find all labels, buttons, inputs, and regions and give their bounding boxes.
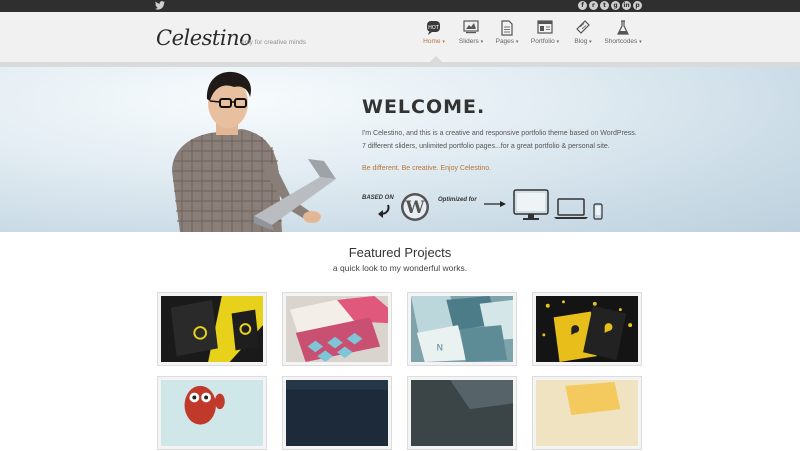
project-image	[536, 296, 638, 362]
nav-label: Blog	[574, 38, 588, 45]
arrow-right-icon	[484, 201, 506, 207]
project-image	[536, 380, 638, 446]
social-links: f r t g in p	[578, 1, 642, 10]
page-icon	[501, 20, 513, 36]
rss-icon[interactable]: r	[589, 1, 598, 10]
project-thumbnail[interactable]	[407, 376, 517, 450]
nav-item-pages[interactable]: Pages ▾	[489, 20, 525, 45]
nav-item-shortcodes[interactable]: Shortcodes ▾	[603, 20, 643, 45]
hero-description-line-1: I'm Celestino, and this is a creative an…	[362, 130, 637, 137]
linkedin-icon[interactable]: in	[622, 1, 631, 10]
project-thumbnail[interactable]	[532, 292, 642, 366]
project-thumbnail[interactable]	[282, 376, 392, 450]
hot-badge: HOT	[428, 25, 440, 31]
home-icon: HOT	[427, 21, 440, 35]
nav-label: Sliders	[458, 38, 479, 45]
chevron-down-icon: ▾	[556, 39, 560, 45]
laptop-icon	[554, 198, 588, 219]
featured-title: Featured Projects	[348, 245, 452, 260]
phone-icon	[593, 203, 603, 220]
based-on-label: BASED ON	[362, 195, 394, 201]
project-image: N	[411, 296, 513, 362]
hero-description-line-2: 7 different sliders, unlimited portfolio…	[362, 143, 610, 150]
nav-item-portfolio[interactable]: Portfolio ▾	[527, 20, 563, 45]
project-image	[161, 380, 263, 446]
blog-icon	[576, 20, 590, 34]
slider-icon	[463, 20, 479, 34]
optimized-for-label: Optimized for	[438, 197, 477, 203]
project-image	[286, 296, 388, 362]
featured-subtitle: a quick look to my wonderful works.	[332, 263, 468, 273]
project-thumbnail[interactable]: N	[407, 292, 517, 366]
site-tagline: only for creative minds	[241, 39, 307, 46]
nav-label: Home	[423, 38, 441, 45]
project-thumbnail[interactable]	[157, 292, 267, 366]
chevron-down-icon: ▾	[639, 39, 642, 45]
nav-item-sliders[interactable]: Sliders ▾	[453, 20, 489, 45]
twitter-icon[interactable]: t	[600, 1, 609, 10]
curved-arrow-icon	[378, 204, 390, 218]
project-thumbnail[interactable]	[532, 376, 642, 450]
hero-cta: Be different. Be creative. Enjoy Celesti…	[362, 165, 492, 172]
nav-label: Pages	[495, 38, 515, 45]
twitter-icon[interactable]	[155, 1, 165, 12]
portfolio-icon	[537, 20, 553, 34]
nav-label: Shortcodes	[604, 38, 638, 45]
chevron-down-icon: ▾	[442, 39, 445, 45]
hero-banner: WELCOME. I'm Celestino, and this is a cr…	[0, 67, 800, 232]
chevron-down-icon: ▾	[480, 39, 484, 45]
svg-text:N: N	[437, 343, 444, 353]
main-nav: HOT Home ▾ Sliders ▾ Pages ▾ Portfolio ▾…	[416, 20, 643, 45]
project-thumbnail[interactable]	[282, 292, 392, 366]
project-image	[411, 380, 513, 446]
desktop-icon	[513, 189, 549, 220]
top-bar: f r t g in p	[0, 0, 800, 12]
nav-item-blog[interactable]: Blog ▾	[565, 20, 601, 45]
pinterest-icon[interactable]: p	[633, 1, 642, 10]
man-with-laptop-image	[172, 71, 336, 232]
facebook-icon[interactable]: f	[578, 1, 587, 10]
site-header: Celestino only for creative minds HOT Ho…	[0, 12, 800, 63]
svg-text:W: W	[404, 198, 425, 218]
nav-label: Portfolio	[530, 38, 555, 45]
chevron-down-icon: ▾	[589, 39, 592, 45]
flask-icon	[617, 20, 629, 35]
hero-title: WELCOME.	[362, 96, 486, 118]
project-image	[286, 380, 388, 446]
site-logo[interactable]: Celestino	[156, 26, 252, 50]
wordpress-logo-icon: W	[401, 193, 429, 221]
project-image	[161, 296, 263, 362]
project-thumbnail[interactable]	[157, 376, 267, 450]
hero-description: I'm Celestino, and this is a creative an…	[362, 127, 662, 153]
googleplus-icon[interactable]: g	[611, 1, 620, 10]
chevron-down-icon: ▾	[515, 39, 519, 45]
nav-item-home[interactable]: HOT Home ▾	[416, 20, 452, 45]
